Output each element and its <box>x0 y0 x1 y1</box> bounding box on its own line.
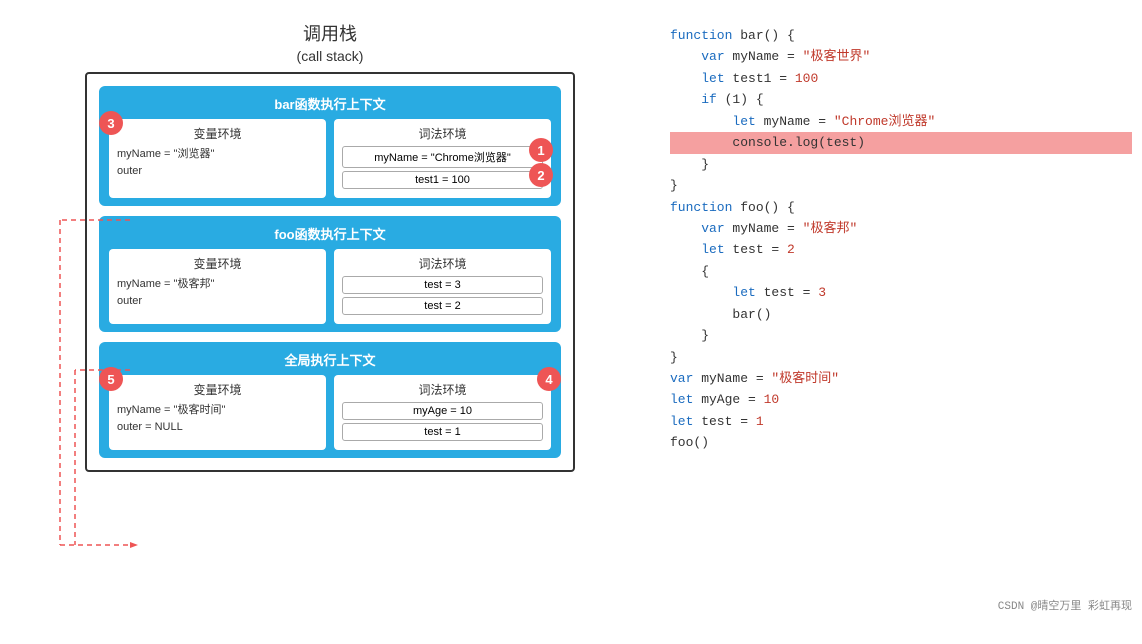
title-en: (call stack) <box>297 48 364 64</box>
bar-context: bar函数执行上下文 变量环境 myName = "浏览器" outer 3 <box>99 86 561 206</box>
global-context: 全局执行上下文 变量环境 myName = "极客时间" outer = NUL… <box>99 342 561 458</box>
code-line-14: bar() <box>670 304 1132 325</box>
code-line-13: let test = 3 <box>670 282 1132 303</box>
foo-ctx-title: foo函数执行上下文 <box>109 224 551 243</box>
foo-var-content: myName = "极客邦" outer <box>117 276 318 309</box>
code-line-17: var myName = "极客时间" <box>670 368 1132 389</box>
code-line-12: { <box>670 261 1132 282</box>
badge-5: 5 <box>99 367 123 391</box>
bar-lex-item-2-wrap: test1 = 100 2 <box>342 171 543 189</box>
badge-3: 3 <box>99 111 123 135</box>
code-line-8: } <box>670 175 1132 196</box>
code-line-16: } <box>670 347 1132 368</box>
watermark: CSDN @晴空万里 彩虹再现 <box>998 598 1132 616</box>
code-line-18: let myAge = 10 <box>670 389 1132 410</box>
code-block: function bar() { var myName = "极客世界" let… <box>670 25 1132 454</box>
global-ctx-title: 全局执行上下文 <box>109 350 551 369</box>
foo-lexical-env: 词法环境 test = 3 test = 2 <box>334 249 551 324</box>
bar-lex-item-1: myName = "Chrome浏览器" <box>342 146 543 168</box>
bar-var-label: 变量环境 <box>117 125 318 142</box>
code-line-20: foo() <box>670 432 1132 453</box>
global-lex-label: 词法环境 <box>342 381 543 398</box>
code-line-1: function bar() { <box>670 25 1132 46</box>
code-line-15: } <box>670 325 1132 346</box>
foo-lex-item-2: test = 2 <box>342 297 543 315</box>
code-line-10: var myName = "极客邦" <box>670 218 1132 239</box>
title-zh: 调用栈 <box>303 20 357 46</box>
foo-context: foo函数执行上下文 变量环境 myName = "极客邦" outer 词法环… <box>99 216 561 332</box>
code-line-4: if (1) { <box>670 89 1132 110</box>
foo-var-label: 变量环境 <box>117 255 318 272</box>
bar-lex-item-2: test1 = 100 <box>342 171 543 189</box>
badge-1: 1 <box>529 138 553 162</box>
bar-lexical-env: 词法环境 myName = "Chrome浏览器" 1 test1 = 100 … <box>334 119 551 198</box>
right-panel: function bar() { var myName = "极客世界" let… <box>660 10 1142 624</box>
code-line-7: } <box>670 154 1132 175</box>
main-container: 调用栈 (call stack) bar函数执行上下文 变量环境 myName … <box>0 0 1142 634</box>
left-panel: 调用栈 (call stack) bar函数执行上下文 变量环境 myName … <box>0 10 660 624</box>
code-line-19: let test = 1 <box>670 411 1132 432</box>
foo-lex-item-1: test = 3 <box>342 276 543 294</box>
global-ctx-inner: 变量环境 myName = "极客时间" outer = NULL 5 词法环境… <box>109 375 551 450</box>
global-lexical-env: 词法环境 myAge = 10 test = 1 4 <box>334 375 551 450</box>
global-lex-item-2: test = 1 <box>342 423 543 441</box>
code-line-9: function foo() { <box>670 197 1132 218</box>
code-line-6: console.log(test) <box>670 132 1132 153</box>
code-line-3: let test1 = 100 <box>670 68 1132 89</box>
bar-ctx-inner: 变量环境 myName = "浏览器" outer 3 词法环境 myName … <box>109 119 551 198</box>
call-stack-outer: bar函数执行上下文 变量环境 myName = "浏览器" outer 3 <box>85 72 575 472</box>
badge-2: 2 <box>529 163 553 187</box>
global-var-content: myName = "极客时间" outer = NULL <box>117 402 318 435</box>
foo-variable-env: 变量环境 myName = "极客邦" outer <box>109 249 326 324</box>
code-line-2: var myName = "极客世界" <box>670 46 1132 67</box>
code-line-11: let test = 2 <box>670 239 1132 260</box>
global-variable-env: 变量环境 myName = "极客时间" outer = NULL 5 <box>109 375 326 450</box>
global-var-label: 变量环境 <box>117 381 318 398</box>
global-lex-item-1: myAge = 10 <box>342 402 543 420</box>
foo-lex-label: 词法环境 <box>342 255 543 272</box>
bar-lex-item-1-wrap: myName = "Chrome浏览器" 1 <box>342 146 543 168</box>
bar-variable-env: 变量环境 myName = "浏览器" outer 3 <box>109 119 326 198</box>
code-line-5: let myName = "Chrome浏览器" <box>670 111 1132 132</box>
foo-ctx-inner: 变量环境 myName = "极客邦" outer 词法环境 test = 3 … <box>109 249 551 324</box>
badge-4: 4 <box>537 367 561 391</box>
bar-lex-label: 词法环境 <box>342 125 543 142</box>
bar-var-content: myName = "浏览器" outer <box>117 146 318 179</box>
bar-ctx-title: bar函数执行上下文 <box>109 94 551 113</box>
